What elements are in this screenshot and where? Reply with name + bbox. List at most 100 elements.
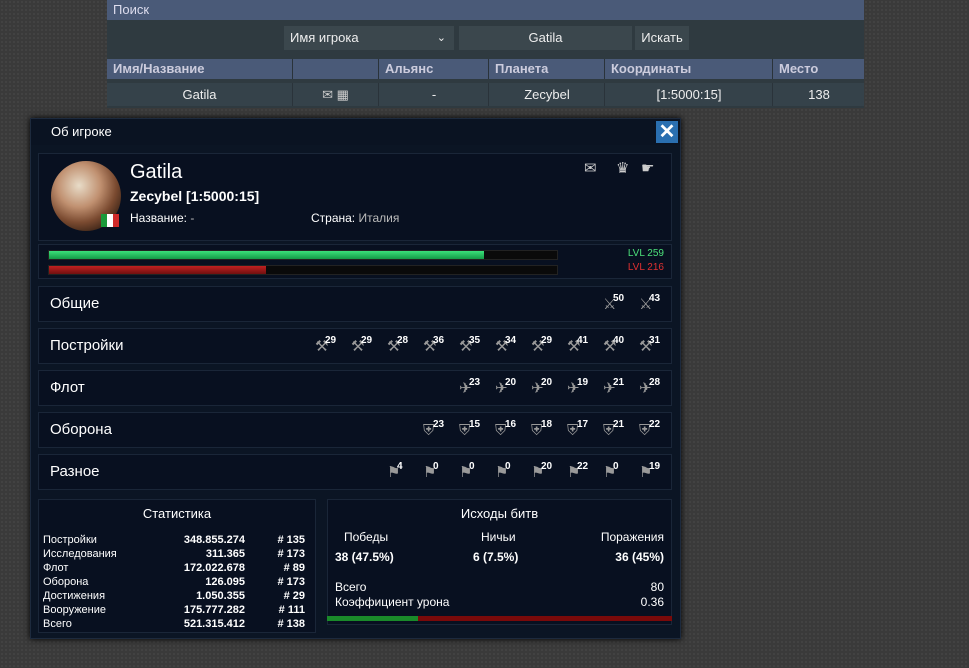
achievement-badge[interactable]: ⚒ 29 (315, 335, 341, 359)
stat-value: 172.022.678 (183, 562, 245, 574)
achievement-level: 19 (649, 461, 661, 472)
row-actions: ✉ ▦ (292, 83, 378, 106)
achievement-badge[interactable]: ⚒ 35 (459, 335, 485, 359)
achievement-badge[interactable]: ⚑ 0 (603, 461, 629, 485)
results-header: Имя/Название Альянс Планета Координаты М… (107, 59, 864, 79)
battle-win-fill (327, 616, 419, 621)
achievement-level: 23 (433, 419, 445, 430)
achievement-badge[interactable]: ✈ 23 (459, 377, 485, 401)
category-row: Постройки ⚒ 29 ⚒ 29 ⚒ 28 ⚒ 36 ⚒ 35 ⚒ 34 ⚒ 29 ⚒ 41 ⚒ 40 ⚒ 31 (38, 328, 672, 364)
achievement-badge[interactable]: ⚒ 36 (423, 335, 449, 359)
achievement-badge[interactable]: ⚒ 41 (567, 335, 593, 359)
category-row: Флот ✈ 23 ✈ 20 ✈ 20 ✈ 19 ✈ 21 ✈ 28 (38, 370, 672, 406)
achievement-level: 50 (613, 293, 625, 304)
buddy-icon[interactable]: ▦ (337, 87, 349, 102)
achievement-badge[interactable]: ⛨ 22 (639, 419, 665, 443)
achievement-badge[interactable]: ⚒ 34 (495, 335, 521, 359)
stat-value: 521.315.412 (183, 618, 245, 630)
achievement-badge[interactable]: ⚒ 29 (531, 335, 557, 359)
stat-label: Исследования (43, 548, 117, 560)
achievement-badge[interactable]: ⚑ 4 (387, 461, 413, 485)
stat-rank: # 89 (283, 562, 305, 574)
achievement-badge[interactable]: ✈ 19 (567, 377, 593, 401)
losses-label: Поражения (600, 530, 664, 544)
coef-label: Коэффициент урона (335, 595, 450, 609)
category-row: Разное ⚑ 4 ⚑ 0 ⚑ 0 ⚑ 0 ⚑ 20 ⚑ 22 ⚑ 0 ⚑ 19 (38, 454, 672, 490)
achievement-badge[interactable]: ⚒ 31 (639, 335, 665, 359)
stat-label: Всего (43, 618, 72, 630)
achievement-badge[interactable]: ⚑ 19 (639, 461, 665, 485)
stat-label: Оборона (43, 576, 89, 588)
category-label: Флот (50, 379, 85, 396)
achievement-badge[interactable]: ⚒ 29 (351, 335, 377, 359)
achievement-level: 18 (541, 419, 553, 430)
achievement-badge[interactable]: ⚑ 20 (531, 461, 557, 485)
search-button[interactable]: Искать (635, 26, 689, 50)
achievement-badge[interactable]: ⚔ 50 (603, 293, 629, 317)
achievement-badge[interactable]: ⛨ 18 (531, 419, 557, 443)
achievement-level: 16 (505, 419, 517, 430)
col-coords: Координаты (604, 59, 772, 79)
stat-value: 126.095 (205, 576, 245, 588)
achievement-level: 0 (505, 461, 511, 472)
achievement-badge[interactable]: ⚑ 0 (423, 461, 449, 485)
name-value: - (190, 211, 195, 225)
player-planet[interactable]: Zecybel [1:5000:15] (130, 188, 259, 204)
achievement-level: 34 (505, 335, 517, 346)
stat-value: 348.855.274 (183, 534, 245, 546)
achievement-level: 20 (541, 377, 553, 388)
achievement-badge[interactable]: ✈ 20 (495, 377, 521, 401)
close-button[interactable]: ✕ (656, 121, 678, 143)
achievement-badge[interactable]: ⛨ 16 (495, 419, 521, 443)
achievement-badge[interactable]: ✈ 28 (639, 377, 665, 401)
table-row[interactable]: Gatila ✉ ▦ - Zecybel [1:5000:15] 138 (107, 83, 864, 106)
col-planet: Планета (488, 59, 604, 79)
achievement-badge[interactable]: ✈ 21 (603, 377, 629, 401)
achievement-badge[interactable]: ⛨ 23 (423, 419, 449, 443)
achievement-badge[interactable]: ⚒ 40 (603, 335, 629, 359)
achievement-badge[interactable]: ⚑ 22 (567, 461, 593, 485)
mail-icon[interactable]: ✉ (322, 87, 333, 102)
stat-value: 1.050.355 (196, 590, 245, 602)
achievement-level: 28 (649, 377, 661, 388)
search-title: Поиск (107, 0, 864, 20)
achievement-level: 22 (577, 461, 589, 472)
flag-icon (101, 214, 119, 227)
achievement-level: 19 (577, 377, 589, 388)
achievement-badge[interactable]: ⚑ 0 (459, 461, 485, 485)
stat-label: Достижения (43, 590, 106, 602)
battles-title: Исходы битв (460, 506, 539, 521)
dialog-title: Об игроке (31, 119, 680, 145)
category-row: Оборона ⛨ 23 ⛨ 15 ⛨ 16 ⛨ 18 ⛨ 17 ⛨ 21 ⛨ 22 (38, 412, 672, 448)
col-rank: Место (772, 59, 864, 79)
achievement-badge[interactable]: ✈ 20 (531, 377, 557, 401)
achievement-badge[interactable]: ⛨ 15 (459, 419, 485, 443)
buddy-request-icon[interactable]: ♛ (616, 159, 629, 177)
handshake-icon[interactable]: ☛ (641, 159, 654, 177)
achievement-level: 40 (613, 335, 625, 346)
achievement-badge[interactable]: ⚔ 43 (639, 293, 665, 317)
total-value: 80 (650, 580, 664, 594)
achievement-badge[interactable]: ⛨ 21 (603, 419, 629, 443)
coef-value: 0.36 (640, 595, 664, 609)
stat-rank: # 173 (277, 576, 305, 588)
country-value: Италия (358, 211, 400, 225)
achievement-level: 36 (433, 335, 445, 346)
wins-label: Победы (344, 530, 389, 544)
level-2-text: LVL 216 (627, 262, 664, 273)
level-bar-2 (48, 265, 558, 275)
achievement-level: 21 (613, 377, 625, 388)
row-name[interactable]: Gatila (107, 83, 292, 106)
achievement-badge[interactable]: ⚑ 0 (495, 461, 521, 485)
search-input[interactable]: Gatila (459, 26, 632, 50)
achievement-level: 21 (613, 419, 625, 430)
achievement-level: 0 (613, 461, 619, 472)
stat-label: Флот (43, 562, 69, 574)
row-coords[interactable]: [1:5000:15] (604, 83, 773, 106)
achievement-level: 31 (649, 335, 661, 346)
achievement-badge[interactable]: ⛨ 17 (567, 419, 593, 443)
achievement-badge[interactable]: ⚒ 28 (387, 335, 413, 359)
stat-rank: # 138 (277, 618, 305, 630)
mail-icon[interactable]: ✉ (584, 159, 597, 177)
search-type-select[interactable]: Имя игрока ⌄ (284, 26, 454, 50)
